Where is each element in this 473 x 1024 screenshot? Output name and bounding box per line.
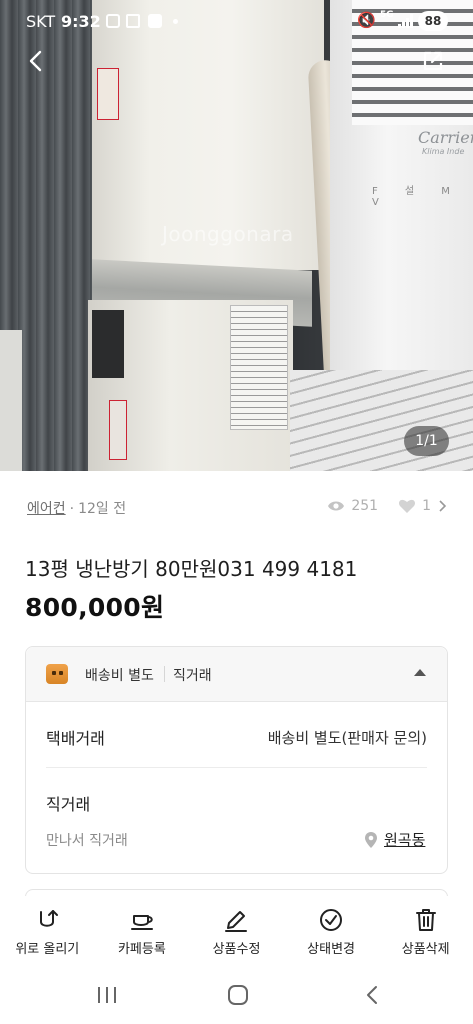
system-nav-bar: [0, 968, 473, 1024]
delivery-card: 배송비 별도 직거래 택배거래 배송비 별도(판매자 문의) 직거래 만나서 직…: [25, 646, 448, 874]
location-link[interactable]: 원곡동: [364, 829, 425, 850]
notification-dot: [173, 19, 178, 24]
direct-summary: 직거래: [173, 668, 212, 684]
direct-label: 직거래: [46, 795, 91, 814]
carrier: SKT: [26, 12, 56, 31]
chevron-right-icon: [439, 500, 447, 512]
edit-item-label: 상품수정: [212, 942, 261, 957]
home-icon: [228, 985, 248, 1005]
back-icon: [367, 986, 377, 1004]
watermark: Joonggonara: [162, 222, 294, 246]
share-button[interactable]: [416, 44, 450, 78]
home-button[interactable]: [218, 980, 258, 1010]
view-count: 251: [351, 498, 379, 514]
unit-control-labels: F 설 M V: [372, 186, 462, 208]
eye-icon: [328, 501, 345, 511]
nav-back-button[interactable]: [352, 980, 392, 1010]
back-button[interactable]: [20, 44, 54, 78]
listing-meta: 에어컨 · 12일 전 251 1: [27, 498, 447, 522]
divider: [46, 767, 427, 768]
bump-up-button[interactable]: 위로 올리기: [0, 896, 95, 968]
cafe-cup-icon: [130, 915, 153, 930]
cafe-register-button[interactable]: 카페등록: [95, 896, 190, 968]
battery-icon: 88: [418, 11, 448, 31]
parcel-value: 배송비 별도(판매자 문의): [267, 729, 427, 747]
status-bar: SKT 9:32 🔇 5G 88: [0, 0, 473, 42]
naver-icon: [148, 14, 162, 28]
parcel-label: 택배거래: [46, 729, 105, 748]
recent-apps-button[interactable]: [87, 980, 127, 1010]
direct-sub: 만나서 직거래: [46, 833, 128, 849]
mute-icon: 🔇: [357, 11, 376, 29]
spec-sticker: [230, 305, 288, 430]
action-bar: 위로 올리기 카페등록 상품수정 상태변경 상품삭제: [0, 896, 473, 968]
product-photo[interactable]: Carrier Klima Inde F 설 M V Joonggonara S…: [0, 0, 473, 471]
screenshot-icon: [106, 14, 120, 28]
box-icon: [46, 664, 68, 684]
change-status-label: 상태변경: [307, 942, 355, 957]
posted-time: 12일 전: [78, 501, 127, 517]
chevron-left-icon: [29, 50, 42, 72]
bump-up-icon: [40, 910, 59, 927]
pencil-icon: [225, 911, 248, 932]
like-count[interactable]: 1: [422, 498, 431, 514]
signal-icon: [398, 14, 414, 28]
network-type: 5G: [380, 10, 394, 20]
heart-icon: [399, 499, 416, 513]
pdf-icon: [126, 14, 140, 28]
warning-label: [97, 68, 119, 120]
trash-icon: [415, 909, 436, 931]
photo-counter: 1/1: [404, 426, 449, 456]
recent-apps-icon: [98, 987, 116, 1003]
clock: 9:32: [61, 12, 101, 31]
unit-brand-logo: Carrier: [418, 128, 473, 147]
edit-item-button[interactable]: 상품수정: [189, 896, 284, 968]
bump-up-label: 위로 올리기: [15, 942, 80, 957]
location-pin-icon: [365, 831, 377, 848]
shipping-summary: 배송비 별도: [85, 668, 154, 684]
delete-item-label: 상품삭제: [401, 942, 450, 957]
check-circle-icon: [320, 909, 343, 931]
location-name: 원곡동: [384, 831, 426, 849]
delivery-card-header[interactable]: 배송비 별도 직거래: [26, 647, 447, 702]
listing-price: 800,000원: [25, 593, 165, 622]
cafe-register-label: 카페등록: [117, 942, 166, 957]
delete-item-button[interactable]: 상품삭제: [378, 896, 473, 968]
collapse-icon[interactable]: [414, 669, 426, 676]
category-link[interactable]: 에어컨: [27, 501, 66, 517]
listing-title: 13평 냉난방기 80만원031 499 4181: [25, 557, 358, 581]
change-status-button[interactable]: 상태변경: [284, 896, 379, 968]
share-icon: [423, 51, 443, 71]
